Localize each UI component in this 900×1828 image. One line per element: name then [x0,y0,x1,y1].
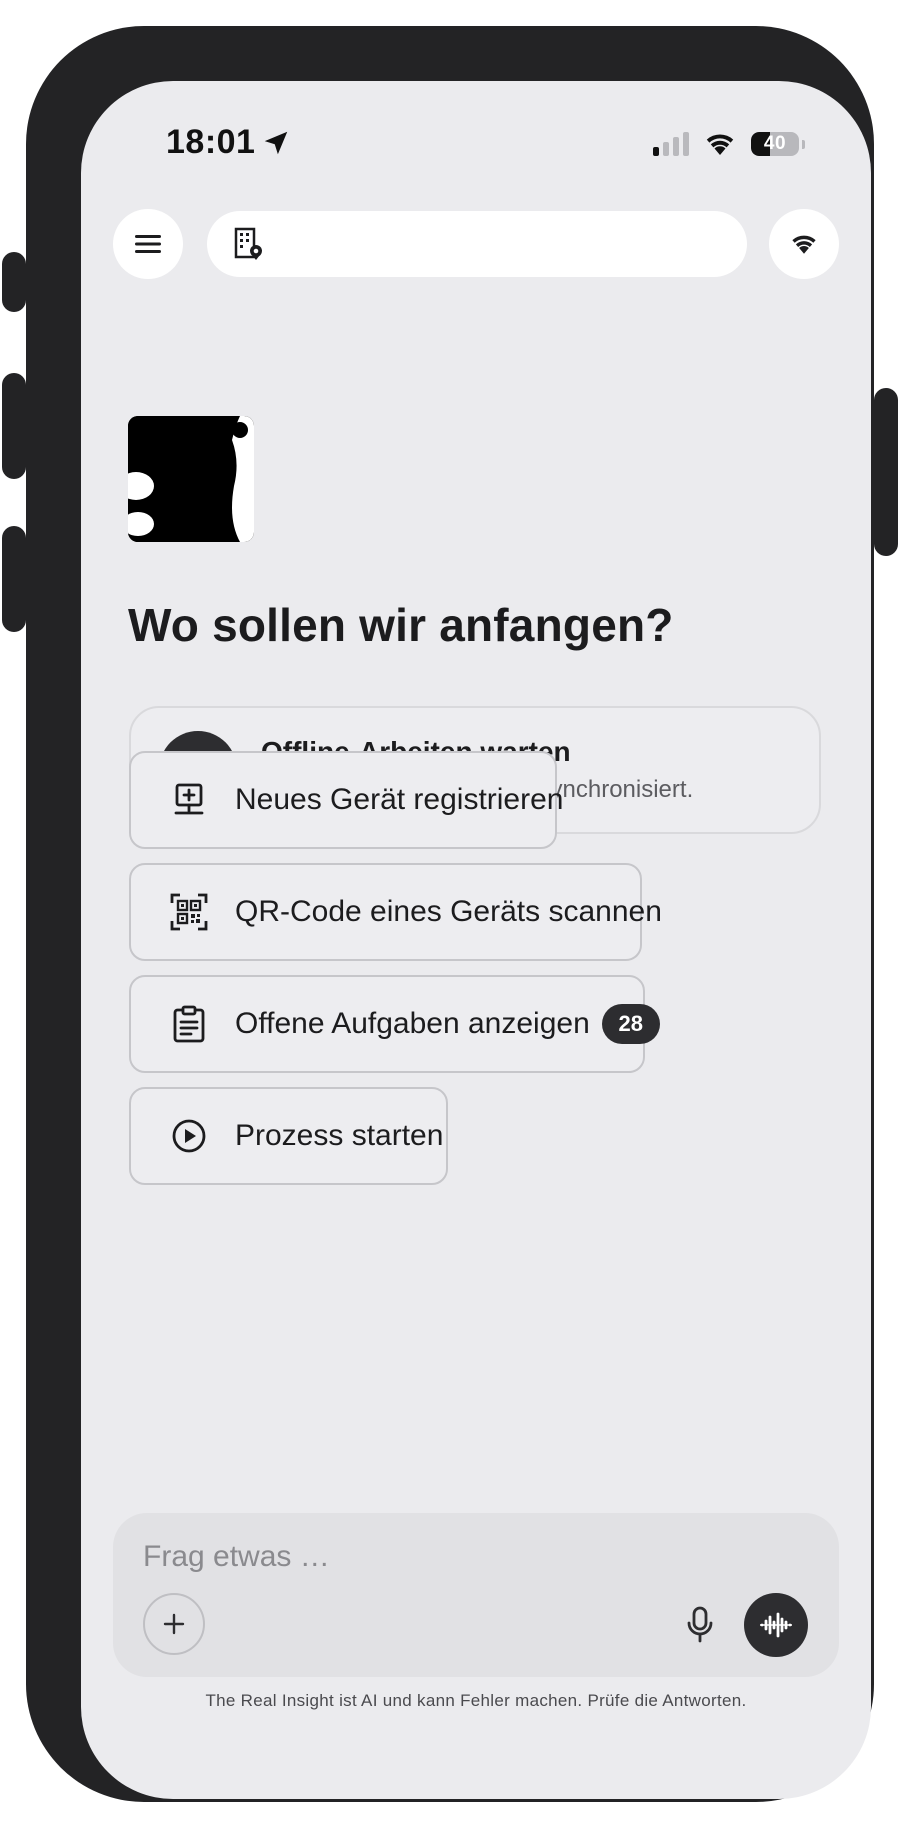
ai-disclaimer: The Real Insight ist AI und kann Fehler … [205,1691,747,1710]
status-time: 18:01 [166,123,256,161]
open-tasks-label: Offene Aufgaben anzeigen [235,1007,590,1040]
attach-button[interactable] [143,1593,205,1655]
scan-qr-code-button[interactable]: QR-Code eines Geräts scannen [129,863,662,961]
microphone-button[interactable] [678,1603,722,1647]
wifi-icon [792,235,816,254]
device-action-button [2,252,26,312]
app-screen: 18:01 40 Wo sollen wir anfangen? synchro… [81,81,871,1799]
register-device-button[interactable]: Neues Gerät registrieren [129,751,563,849]
clipboard-icon [169,1004,209,1044]
device-volume-up-button [2,373,26,479]
start-process-label: Prozess starten [235,1119,444,1152]
status-bar: 18:01 40 [81,81,871,211]
plus-icon [163,1613,185,1635]
status-time-group: 18:01 [166,123,291,162]
device-mockup: 18:01 40 Wo sollen wir anfangen? synchro… [0,0,900,1828]
connection-status-button[interactable] [769,209,839,279]
app-logo [128,416,254,542]
building-location-icon [234,227,262,260]
microphone-icon [687,1606,713,1643]
device-add-icon [169,780,209,820]
device-power-button [874,388,898,556]
voice-mode-button[interactable] [744,1593,808,1657]
page-heading: Wo sollen wir anfangen? [128,599,674,651]
qr-code-scan-icon [169,892,209,932]
start-process-button[interactable]: Prozess starten [129,1087,448,1185]
location-selector[interactable] [207,211,747,277]
phone-frame: 18:01 40 Wo sollen wir anfangen? synchro… [26,26,874,1802]
battery-nub [802,139,805,149]
chat-composer [113,1513,839,1677]
register-device-label: Neues Gerät registrieren [235,783,564,816]
status-indicators: 40 [653,131,805,157]
menu-button[interactable] [113,209,183,279]
play-circle-icon [169,1116,209,1156]
open-tasks-count-badge: 28 [601,1004,660,1044]
device-volume-down-button [2,526,26,632]
voice-waveform-icon [760,1612,792,1638]
battery-percent: 40 [763,133,787,154]
chat-input[interactable] [141,1535,701,1579]
scan-qr-code-label: QR-Code eines Geräts scannen [235,895,662,928]
open-tasks-button[interactable]: Offene Aufgaben anzeigen 28 [129,975,660,1073]
cellular-signal-icon [653,132,689,156]
battery-indicator: 40 [751,132,799,156]
hamburger-menu-icon [135,235,161,253]
wifi-icon [706,134,734,155]
location-arrow-icon [265,131,288,154]
